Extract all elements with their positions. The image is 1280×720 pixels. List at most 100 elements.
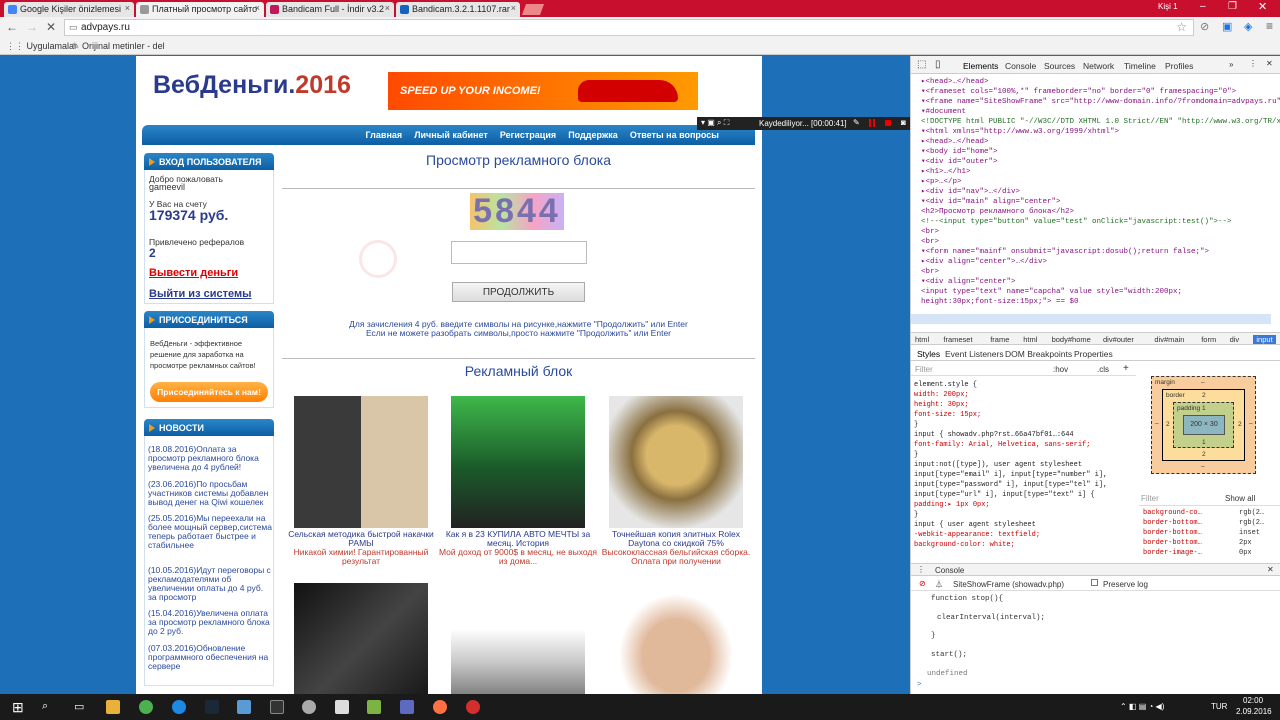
camera-icon[interactable]: ◙ <box>901 118 906 127</box>
explorer-icon[interactable] <box>106 700 120 714</box>
breadcrumb-item[interactable]: html <box>1023 335 1037 344</box>
style-line[interactable]: input[type="url" i], input[type="text" i… <box>914 490 1095 500</box>
news-item[interactable]: (07.03.2016)Обновление программного обес… <box>148 644 273 671</box>
clock-time[interactable]: 02:00 <box>1243 696 1263 705</box>
dom-node[interactable]: ▸<div id="nav">…</div> <box>921 187 1020 197</box>
dom-node[interactable]: ▾<frameset cols="100%,*" frameborder="no… <box>921 87 1236 97</box>
extension-icon[interactable]: ▣ <box>1222 20 1232 33</box>
forward-icon[interactable]: → <box>26 20 38 34</box>
page-info-icon[interactable]: ▭ <box>69 22 78 33</box>
nav-faq[interactable]: Ответы на вопросы <box>630 130 719 140</box>
dom-node[interactable]: <!--<input type="button" value="test" on… <box>921 217 1232 227</box>
task-view-icon[interactable]: ▭ <box>74 700 84 713</box>
bookmark-star-icon[interactable]: ☆ <box>1176 20 1187 34</box>
ad-image[interactable] <box>451 583 585 694</box>
drawer-tab-console[interactable]: Console <box>935 566 964 575</box>
search-icon[interactable]: ⌕ <box>42 700 48 713</box>
breadcrumb-item[interactable]: html <box>915 335 929 344</box>
close-icon[interactable]: × <box>511 3 516 13</box>
app-icon[interactable] <box>400 700 414 714</box>
tab-elements[interactable]: Elements <box>963 61 998 71</box>
style-line[interactable]: height: 30px; <box>914 400 969 410</box>
window-close-icon[interactable]: ✕ <box>1258 0 1267 13</box>
tab-properties[interactable]: Properties <box>1074 349 1113 359</box>
breadcrumb-item[interactable]: div <box>1230 335 1240 344</box>
calculator-icon[interactable] <box>335 700 349 714</box>
ad-image[interactable] <box>451 396 585 528</box>
computed-property[interactable]: border-bottom… <box>1143 538 1202 548</box>
style-line[interactable]: input[type="password" i], input[type="te… <box>914 480 1107 490</box>
dom-node[interactable]: ▾#document <box>921 107 966 117</box>
tab-sources[interactable]: Sources <box>1044 61 1075 71</box>
tab-console[interactable]: Console <box>1005 61 1036 71</box>
nav-home[interactable]: Главная <box>366 130 403 140</box>
steam-icon[interactable] <box>205 700 219 714</box>
close-icon[interactable]: ✕ <box>1266 59 1273 68</box>
style-line[interactable]: font-family: Arial, Helvetica, sans-seri… <box>914 440 1090 450</box>
extension-icon[interactable]: ◈ <box>1244 20 1252 33</box>
chrome-icon[interactable] <box>139 700 153 714</box>
stop-icon[interactable]: ✕ <box>46 20 56 34</box>
tab-profiles[interactable]: Profiles <box>1165 61 1193 71</box>
news-item[interactable]: (15.04.2016)Увеличена оплата за просмотр… <box>148 609 273 636</box>
dom-node[interactable]: ▾<body id="home"> <box>921 147 998 157</box>
style-line[interactable]: width: 200px; <box>914 390 969 400</box>
computed-property[interactable]: border-image-… <box>1143 548 1202 558</box>
style-line[interactable]: -webkit-appearance: textfield; <box>914 530 1040 540</box>
ad-image[interactable] <box>609 396 743 528</box>
dom-node[interactable]: <br> <box>921 227 939 237</box>
tab-advpays[interactable]: Платный просмотр сайто × <box>136 2 264 17</box>
join-button[interactable]: Присоединяйтесь к нам! <box>150 382 268 402</box>
clear-console-icon[interactable]: ⊘ <box>919 579 926 588</box>
dom-node[interactable]: height:30px;font-size:15px;"> == $0 <box>921 297 1079 307</box>
tab-bandicam-full[interactable]: Bandicam Full - İndir v3.2 × <box>266 2 394 17</box>
dom-node[interactable]: ▾<div id="outer"> <box>921 157 998 167</box>
withdraw-link[interactable]: Вывести деньги <box>149 267 238 279</box>
top-banner[interactable]: SPEED UP YOUR INCOME! <box>388 72 698 110</box>
dom-node[interactable]: <br> <box>921 237 939 247</box>
start-icon[interactable]: ⊞ <box>12 699 24 716</box>
breadcrumb-item[interactable]: body#home <box>1052 335 1091 344</box>
cmd-icon[interactable] <box>270 700 284 714</box>
kebab-menu-icon[interactable]: ⋮ <box>1249 59 1257 68</box>
inspect-icon[interactable]: ⬚ <box>917 59 926 70</box>
news-item[interactable]: (10.05.2016)Идут переговоры с рекламодат… <box>148 566 273 602</box>
ad-image[interactable] <box>609 583 743 694</box>
preserve-log-checkbox[interactable] <box>1091 579 1098 586</box>
style-line[interactable]: input { showadv.php?rst…66a47bf01…:644 <box>914 430 1074 440</box>
context-select[interactable]: SiteShowFrame (showadv.php) <box>953 580 1064 589</box>
stop-record-icon[interactable] <box>885 120 891 126</box>
language-indicator[interactable]: TUR <box>1211 702 1227 711</box>
tab-google-contacts[interactable]: Google Kişiler önizlemesi × <box>4 2 134 17</box>
filter-icon[interactable]: ⏃ <box>935 579 943 590</box>
skype-icon[interactable] <box>172 700 186 714</box>
app-icon[interactable] <box>302 700 316 714</box>
show-all-checkbox[interactable]: Show all <box>1225 494 1255 503</box>
computed-property[interactable]: background-co… <box>1143 508 1202 518</box>
logout-link[interactable]: Выйти из системы <box>149 288 251 300</box>
dom-node[interactable]: ▾<frame name="SiteShowFrame" src="http:/… <box>921 97 1280 107</box>
drawer-menu-icon[interactable]: ⋮ <box>917 565 925 574</box>
ad-title[interactable]: Точнейшая копия элитных Rolex Daytona со… <box>596 530 756 548</box>
tray-icons[interactable]: ⌃ ◧ ▤ ◔ ◀) <box>1120 702 1164 711</box>
style-line[interactable]: padding:▸ 1px 0px; <box>914 500 990 510</box>
recorder-menu-icon[interactable]: ▾ ▣ ⌕ ⛶ <box>701 118 729 128</box>
tab-event-listeners[interactable]: Event Listeners <box>945 349 1004 359</box>
dom-node[interactable]: ▸<p>…</p> <box>921 177 962 187</box>
dom-node[interactable]: <h2>Просмотр рекламного блока</h2> <box>921 207 1074 217</box>
breadcrumb-item[interactable]: div#outer <box>1103 335 1134 344</box>
address-bar[interactable]: ▭ advpays.ru ☆ <box>64 19 1194 36</box>
tab-bandicam-rar[interactable]: Bandicam.3.2.1.1107.rar × <box>396 2 520 17</box>
dom-node[interactable]: <br> <box>921 267 939 277</box>
style-line[interactable]: } <box>914 450 918 460</box>
more-tabs-icon[interactable]: » <box>1229 60 1233 69</box>
new-tab-button[interactable] <box>521 4 545 15</box>
style-line[interactable]: background-color: white; <box>914 540 1015 550</box>
tab-timeline[interactable]: Timeline <box>1124 61 1156 71</box>
close-icon[interactable]: × <box>125 3 130 13</box>
nav-support[interactable]: Поддержка <box>568 130 618 140</box>
computed-filter[interactable]: Filter Show all <box>1139 492 1280 506</box>
dom-node[interactable]: ▸<h1>…</h1> <box>921 167 971 177</box>
computed-property[interactable]: border-bottom… <box>1143 528 1202 538</box>
profile-button[interactable]: Kişi 1 <box>1158 2 1178 11</box>
